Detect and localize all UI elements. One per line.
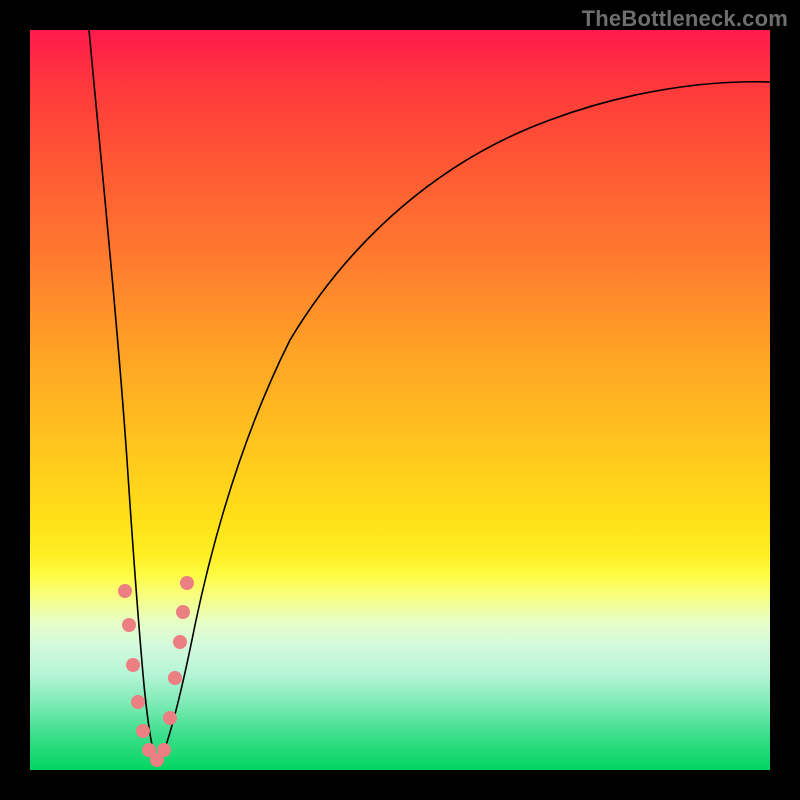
marker-point <box>157 743 171 757</box>
chart-svg <box>30 30 770 770</box>
chart-frame: TheBottleneck.com <box>0 0 800 800</box>
marker-group <box>118 576 194 767</box>
curve-left-branch <box>89 30 158 766</box>
marker-point <box>131 695 145 709</box>
marker-point <box>126 658 140 672</box>
marker-point <box>122 618 136 632</box>
marker-point <box>173 635 187 649</box>
marker-point <box>136 724 150 738</box>
marker-point <box>168 671 182 685</box>
marker-point <box>118 584 132 598</box>
marker-point <box>163 711 177 725</box>
marker-point <box>176 605 190 619</box>
curve-right-branch <box>158 82 770 766</box>
watermark-text: TheBottleneck.com <box>582 6 788 32</box>
chart-plot-area <box>30 30 770 770</box>
marker-point <box>180 576 194 590</box>
